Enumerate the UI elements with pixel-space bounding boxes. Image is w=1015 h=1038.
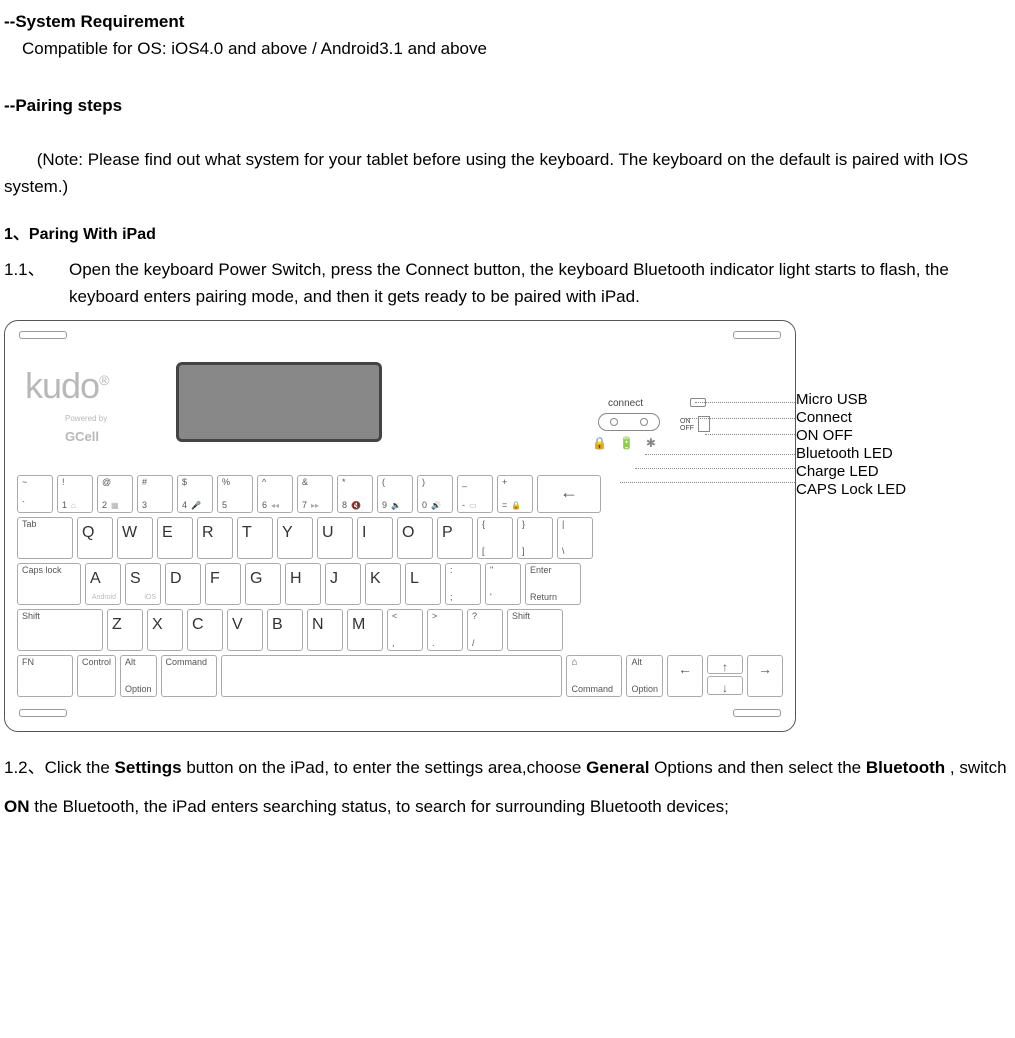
heading-pairing-ipad: 1、Paring With iPad: [4, 222, 1011, 248]
key-F: F: [205, 563, 241, 605]
annot-on-off: ON OFF: [796, 427, 906, 444]
key-sym: >.: [427, 609, 463, 651]
hinge-bar-left: [19, 331, 67, 339]
heading-pairing-steps: --Pairing steps: [4, 92, 1011, 119]
key-option-right: AltOption: [626, 655, 663, 697]
connect-button-icon: [598, 413, 660, 431]
key-sym: |\: [557, 517, 593, 559]
key-sym: {[: [477, 517, 513, 559]
key-option-left: AltOption: [120, 655, 157, 697]
annotation-labels: Micro USB Connect ON OFF Bluetooth LED C…: [796, 390, 906, 499]
connect-label: connect: [608, 396, 660, 412]
annotation-lines: [695, 396, 795, 506]
key-W: W: [117, 517, 153, 559]
on-off-label: ONOFF: [680, 418, 694, 432]
annot-charge-led: Charge LED: [796, 463, 906, 480]
key-arrow-down: ↓: [707, 676, 743, 695]
step-number-1-1: 1.1、: [4, 256, 69, 310]
key-P: P: [437, 517, 473, 559]
keyboard-diagram: kudo® Powered by GCell connect ONOFF 🔒 🔋: [4, 320, 1011, 732]
key-Z: Z: [107, 609, 143, 651]
key-6: ^6◂◂: [257, 475, 293, 513]
key-M: M: [347, 609, 383, 651]
key-V: V: [227, 609, 263, 651]
key--: _-▭: [457, 475, 493, 513]
key-0: )0🔊: [417, 475, 453, 513]
key-=: +=🔒: [497, 475, 533, 513]
key-control: Control: [77, 655, 116, 697]
heading-system-requirement: --System Requirement: [4, 8, 1011, 35]
key-A: AAndroid: [85, 563, 121, 605]
key-`: ~`: [17, 475, 53, 513]
foot-bar-left: [19, 709, 67, 717]
key-sym: ?/: [467, 609, 503, 651]
text-sysreq-body: Compatible for OS: iOS4.0 and above / An…: [4, 35, 1011, 62]
annot-caps-led: CAPS Lock LED: [796, 481, 906, 498]
key-space: [221, 655, 563, 697]
key-B: B: [267, 609, 303, 651]
text-pairing-note: (Note: Please find out what system for y…: [4, 150, 968, 196]
key-J: J: [325, 563, 361, 605]
key-N: N: [307, 609, 343, 651]
brand-logo: kudo®: [25, 357, 108, 415]
key-enter: EnterReturn: [525, 563, 581, 605]
key-R: R: [197, 517, 233, 559]
foot-bar-right: [733, 709, 781, 717]
bluetooth-led-icon: ✱: [646, 434, 656, 453]
key-sym: "': [485, 563, 521, 605]
key-Q: Q: [77, 517, 113, 559]
key-7: &7▸▸: [297, 475, 333, 513]
key-9: (9🔉: [377, 475, 413, 513]
key-I: I: [357, 517, 393, 559]
key-sym: }]: [517, 517, 553, 559]
key-arrow-up: ↑: [707, 655, 743, 674]
caps-led-icon: 🔒: [592, 434, 607, 453]
key-S: SiOS: [125, 563, 161, 605]
connector-area: connect ONOFF 🔒 🔋 ✱: [590, 396, 660, 431]
annot-bt-led: Bluetooth LED: [796, 445, 906, 462]
charge-led-icon: 🔋: [619, 434, 634, 453]
key-sym: <,: [387, 609, 423, 651]
key-shift-right: Shift: [507, 609, 563, 651]
step-body-1-1: Open the keyboard Power Switch, press th…: [69, 256, 1011, 310]
key-8: *8🔇: [337, 475, 373, 513]
key-G: G: [245, 563, 281, 605]
key-X: X: [147, 609, 183, 651]
key-tab: Tab: [17, 517, 73, 559]
key-3: #3: [137, 475, 173, 513]
key-5: %5: [217, 475, 253, 513]
annot-connect: Connect: [796, 409, 906, 426]
key-fn: FN: [17, 655, 73, 697]
key-arrow-left: ←: [667, 655, 703, 697]
key-backspace: ←: [537, 475, 601, 513]
step-body-1-2: 1.2、Click the Settings button on the iPa…: [4, 748, 1011, 826]
key-command-left: Command: [161, 655, 217, 697]
key-L: L: [405, 563, 441, 605]
key-C: C: [187, 609, 223, 651]
annot-micro-usb: Micro USB: [796, 391, 906, 408]
key-arrow-right: →: [747, 655, 783, 697]
key-shift-left: Shift: [17, 609, 103, 651]
key-capslock: Caps lock: [17, 563, 81, 605]
key-arrow-updown: ↑↓: [707, 655, 743, 697]
key-4: $4🎤: [177, 475, 213, 513]
key-K: K: [365, 563, 401, 605]
key-command-right: ⌂Command: [566, 655, 622, 697]
solar-panel: [176, 362, 382, 442]
brand-subtitle: Powered by GCell: [65, 411, 108, 448]
key-2: @2▦: [97, 475, 133, 513]
hinge-bar-right: [733, 331, 781, 339]
key-T: T: [237, 517, 273, 559]
key-E: E: [157, 517, 193, 559]
keyboard-keys: ~`!1⌂@2▦#3$4🎤%5^6◂◂&7▸▸*8🔇(9🔉)0🔊_-▭+=🔒← …: [15, 475, 785, 697]
key-H: H: [285, 563, 321, 605]
key-O: O: [397, 517, 433, 559]
key-U: U: [317, 517, 353, 559]
key-Y: Y: [277, 517, 313, 559]
key-sym: :;: [445, 563, 481, 605]
key-D: D: [165, 563, 201, 605]
key-1: !1⌂: [57, 475, 93, 513]
